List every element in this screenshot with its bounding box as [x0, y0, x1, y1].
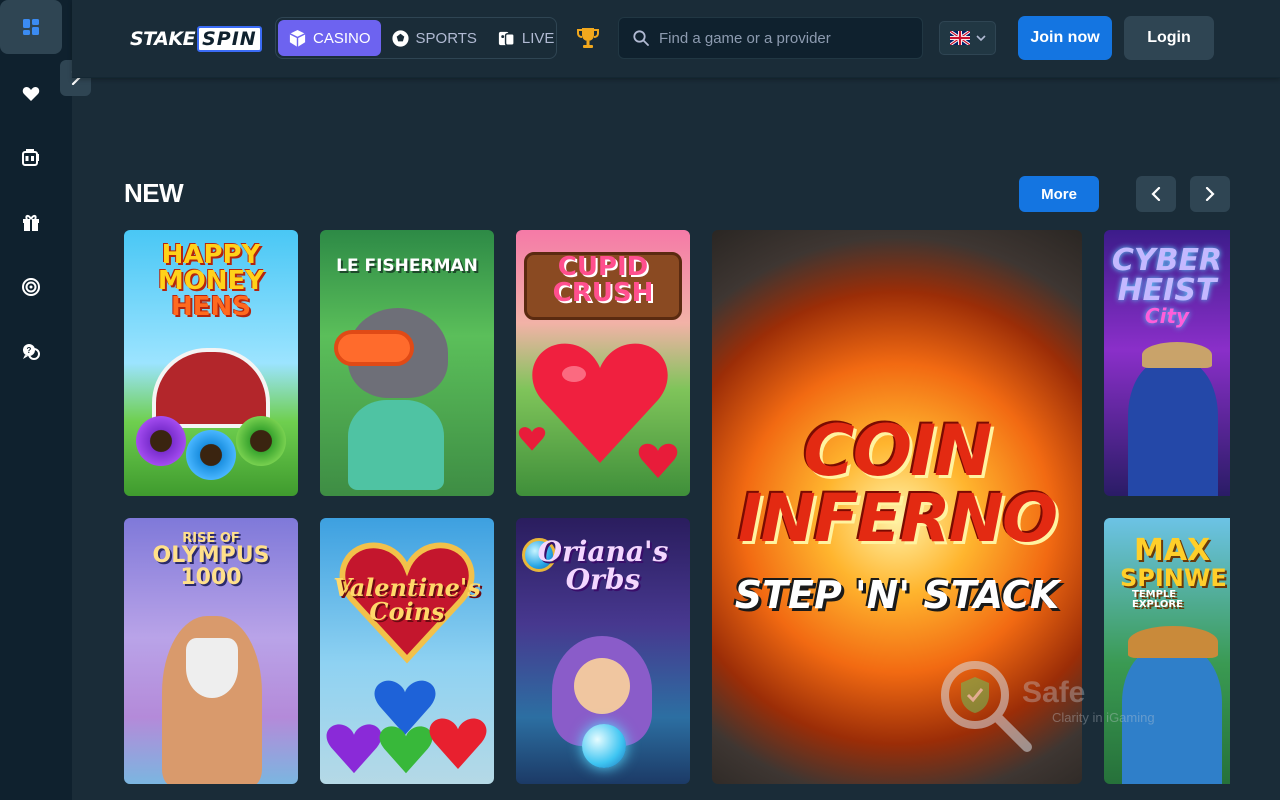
- live-cards-icon: [498, 31, 515, 46]
- heart-gem: [379, 726, 433, 774]
- watermark-text: Safe: [1022, 676, 1086, 709]
- explorer-hat: [1128, 626, 1218, 658]
- game-title-line: City: [1144, 304, 1190, 328]
- tab-live[interactable]: LIVE: [487, 20, 565, 56]
- gift-icon: [23, 215, 39, 231]
- game-title-line: CYBER: [1111, 243, 1223, 278]
- top-header: STAKE SPIN CASINO SPORTS LIVE Join now L…: [72, 0, 1280, 78]
- heart-icon: [22, 87, 40, 101]
- oriana-face: [574, 658, 630, 714]
- game-subtitle: STEP 'N' STACK: [734, 573, 1060, 617]
- tab-live-label: LIVE: [521, 29, 555, 47]
- search-bar[interactable]: [618, 17, 923, 59]
- slot-machine-icon: [22, 149, 39, 166]
- tab-sports[interactable]: SPORTS: [381, 20, 487, 56]
- mermaid-tail: [348, 400, 444, 490]
- carousel-prev-button[interactable]: [1136, 176, 1176, 212]
- heart-gem: [429, 718, 487, 770]
- game-title-line: HAPPY: [161, 240, 261, 270]
- chat-support-icon: ?: [23, 344, 40, 360]
- language-selector[interactable]: [939, 21, 996, 55]
- game-title-line: SPINWE: [1120, 564, 1227, 592]
- soccer-ball-icon: [391, 29, 409, 47]
- chevron-right-icon: [1205, 187, 1215, 201]
- search-input[interactable]: [659, 29, 899, 47]
- game-card-cyber-heist-city[interactable]: CYBER HEIST City: [1104, 230, 1230, 496]
- game-title-line: OLYMPUS: [152, 543, 270, 568]
- game-title-line: HEIST: [1117, 273, 1217, 308]
- game-title-line: 1000: [180, 565, 242, 590]
- game-title-line: LE FISHERMAN: [336, 256, 478, 276]
- tab-casino[interactable]: CASINO: [278, 20, 381, 56]
- sidebar-item-favorites[interactable]: [0, 67, 62, 121]
- product-tabs: CASINO SPORTS LIVE: [275, 17, 557, 59]
- game-title-line: CUPID: [557, 252, 649, 282]
- game-card-cupid-crush[interactable]: CUPID CRUSH: [516, 230, 690, 496]
- svg-text:?: ?: [27, 346, 32, 355]
- join-now-button[interactable]: Join now: [1018, 16, 1112, 60]
- tab-sports-label: SPORTS: [415, 29, 477, 47]
- search-icon: [633, 30, 649, 46]
- game-title-line: Orbs: [565, 563, 641, 596]
- sunflower-illustration: [236, 416, 286, 466]
- logo-text-stake: STAKE: [130, 28, 196, 50]
- detective-hat: [1142, 342, 1212, 368]
- carousel-next-button[interactable]: [1190, 176, 1230, 212]
- login-button[interactable]: Login: [1124, 16, 1214, 60]
- sidebar: ?: [0, 0, 72, 800]
- watermark-subtext: Clarity in iGaming: [1052, 710, 1155, 725]
- sunflower-illustration: [186, 430, 236, 480]
- game-title-line: CRUSH: [552, 278, 654, 308]
- sidebar-item-slots[interactable]: [0, 131, 62, 185]
- sidebar-item-challenges[interactable]: [0, 260, 62, 314]
- sidebar-item-support[interactable]: ?: [0, 325, 62, 379]
- zeus-beard: [186, 638, 238, 698]
- logo-text-spin: SPIN: [197, 26, 262, 52]
- sidebar-item-home[interactable]: [0, 0, 62, 54]
- game-title-line: MONEY: [157, 266, 265, 296]
- sidebar-item-promotions[interactable]: [0, 196, 62, 250]
- game-card-max-spinwell[interactable]: MAX SPINWE TEMPLE EXPLORE: [1104, 518, 1230, 784]
- sunflower-illustration: [136, 416, 186, 466]
- game-title-line: INFERNO: [737, 480, 1058, 557]
- game-card-le-fisherman[interactable]: LE FISHERMAN: [320, 230, 494, 496]
- small-heart: [518, 427, 546, 451]
- heart-gem: [326, 724, 382, 774]
- trophy-button[interactable]: [577, 26, 599, 55]
- uk-flag-icon: [949, 31, 970, 45]
- game-card-happy-money-hens[interactable]: HAPPY MONEY HENS: [124, 230, 298, 496]
- watermark-magnifier-icon: [941, 661, 1032, 752]
- tab-casino-label: CASINO: [313, 29, 371, 47]
- game-title-line: Oriana's: [537, 535, 669, 568]
- target-icon: [22, 278, 40, 296]
- grid-icon: [23, 19, 39, 35]
- chevron-down-icon: [975, 35, 986, 42]
- game-title-line: HENS: [170, 292, 251, 322]
- diving-mask: [334, 330, 414, 366]
- game-card-valentines-coins[interactable]: Valentine's Coins: [320, 518, 494, 784]
- section-title: NEW: [124, 178, 184, 208]
- game-card-rise-of-olympus-1000[interactable]: RISE OF OLYMPUS 1000: [124, 518, 298, 784]
- game-title-line: COIN: [803, 410, 993, 492]
- dice-icon: [289, 29, 306, 47]
- game-title-line: TEMPLE EXPLORE: [1132, 589, 1183, 610]
- small-heart: [638, 443, 678, 478]
- barn-illustration: [152, 348, 270, 428]
- trophy-icon: [577, 28, 599, 48]
- game-card-orianas-orbs[interactable]: Oriana's Orbs: [516, 518, 690, 784]
- detective-character: [1128, 360, 1218, 496]
- logo[interactable]: STAKE SPIN: [130, 26, 262, 52]
- game-title-line: MAX: [1134, 533, 1211, 568]
- more-button[interactable]: More: [1019, 176, 1099, 212]
- crystal-orb: [582, 724, 626, 768]
- chevron-left-icon: [1151, 187, 1161, 201]
- game-title-line: Coins: [369, 597, 445, 626]
